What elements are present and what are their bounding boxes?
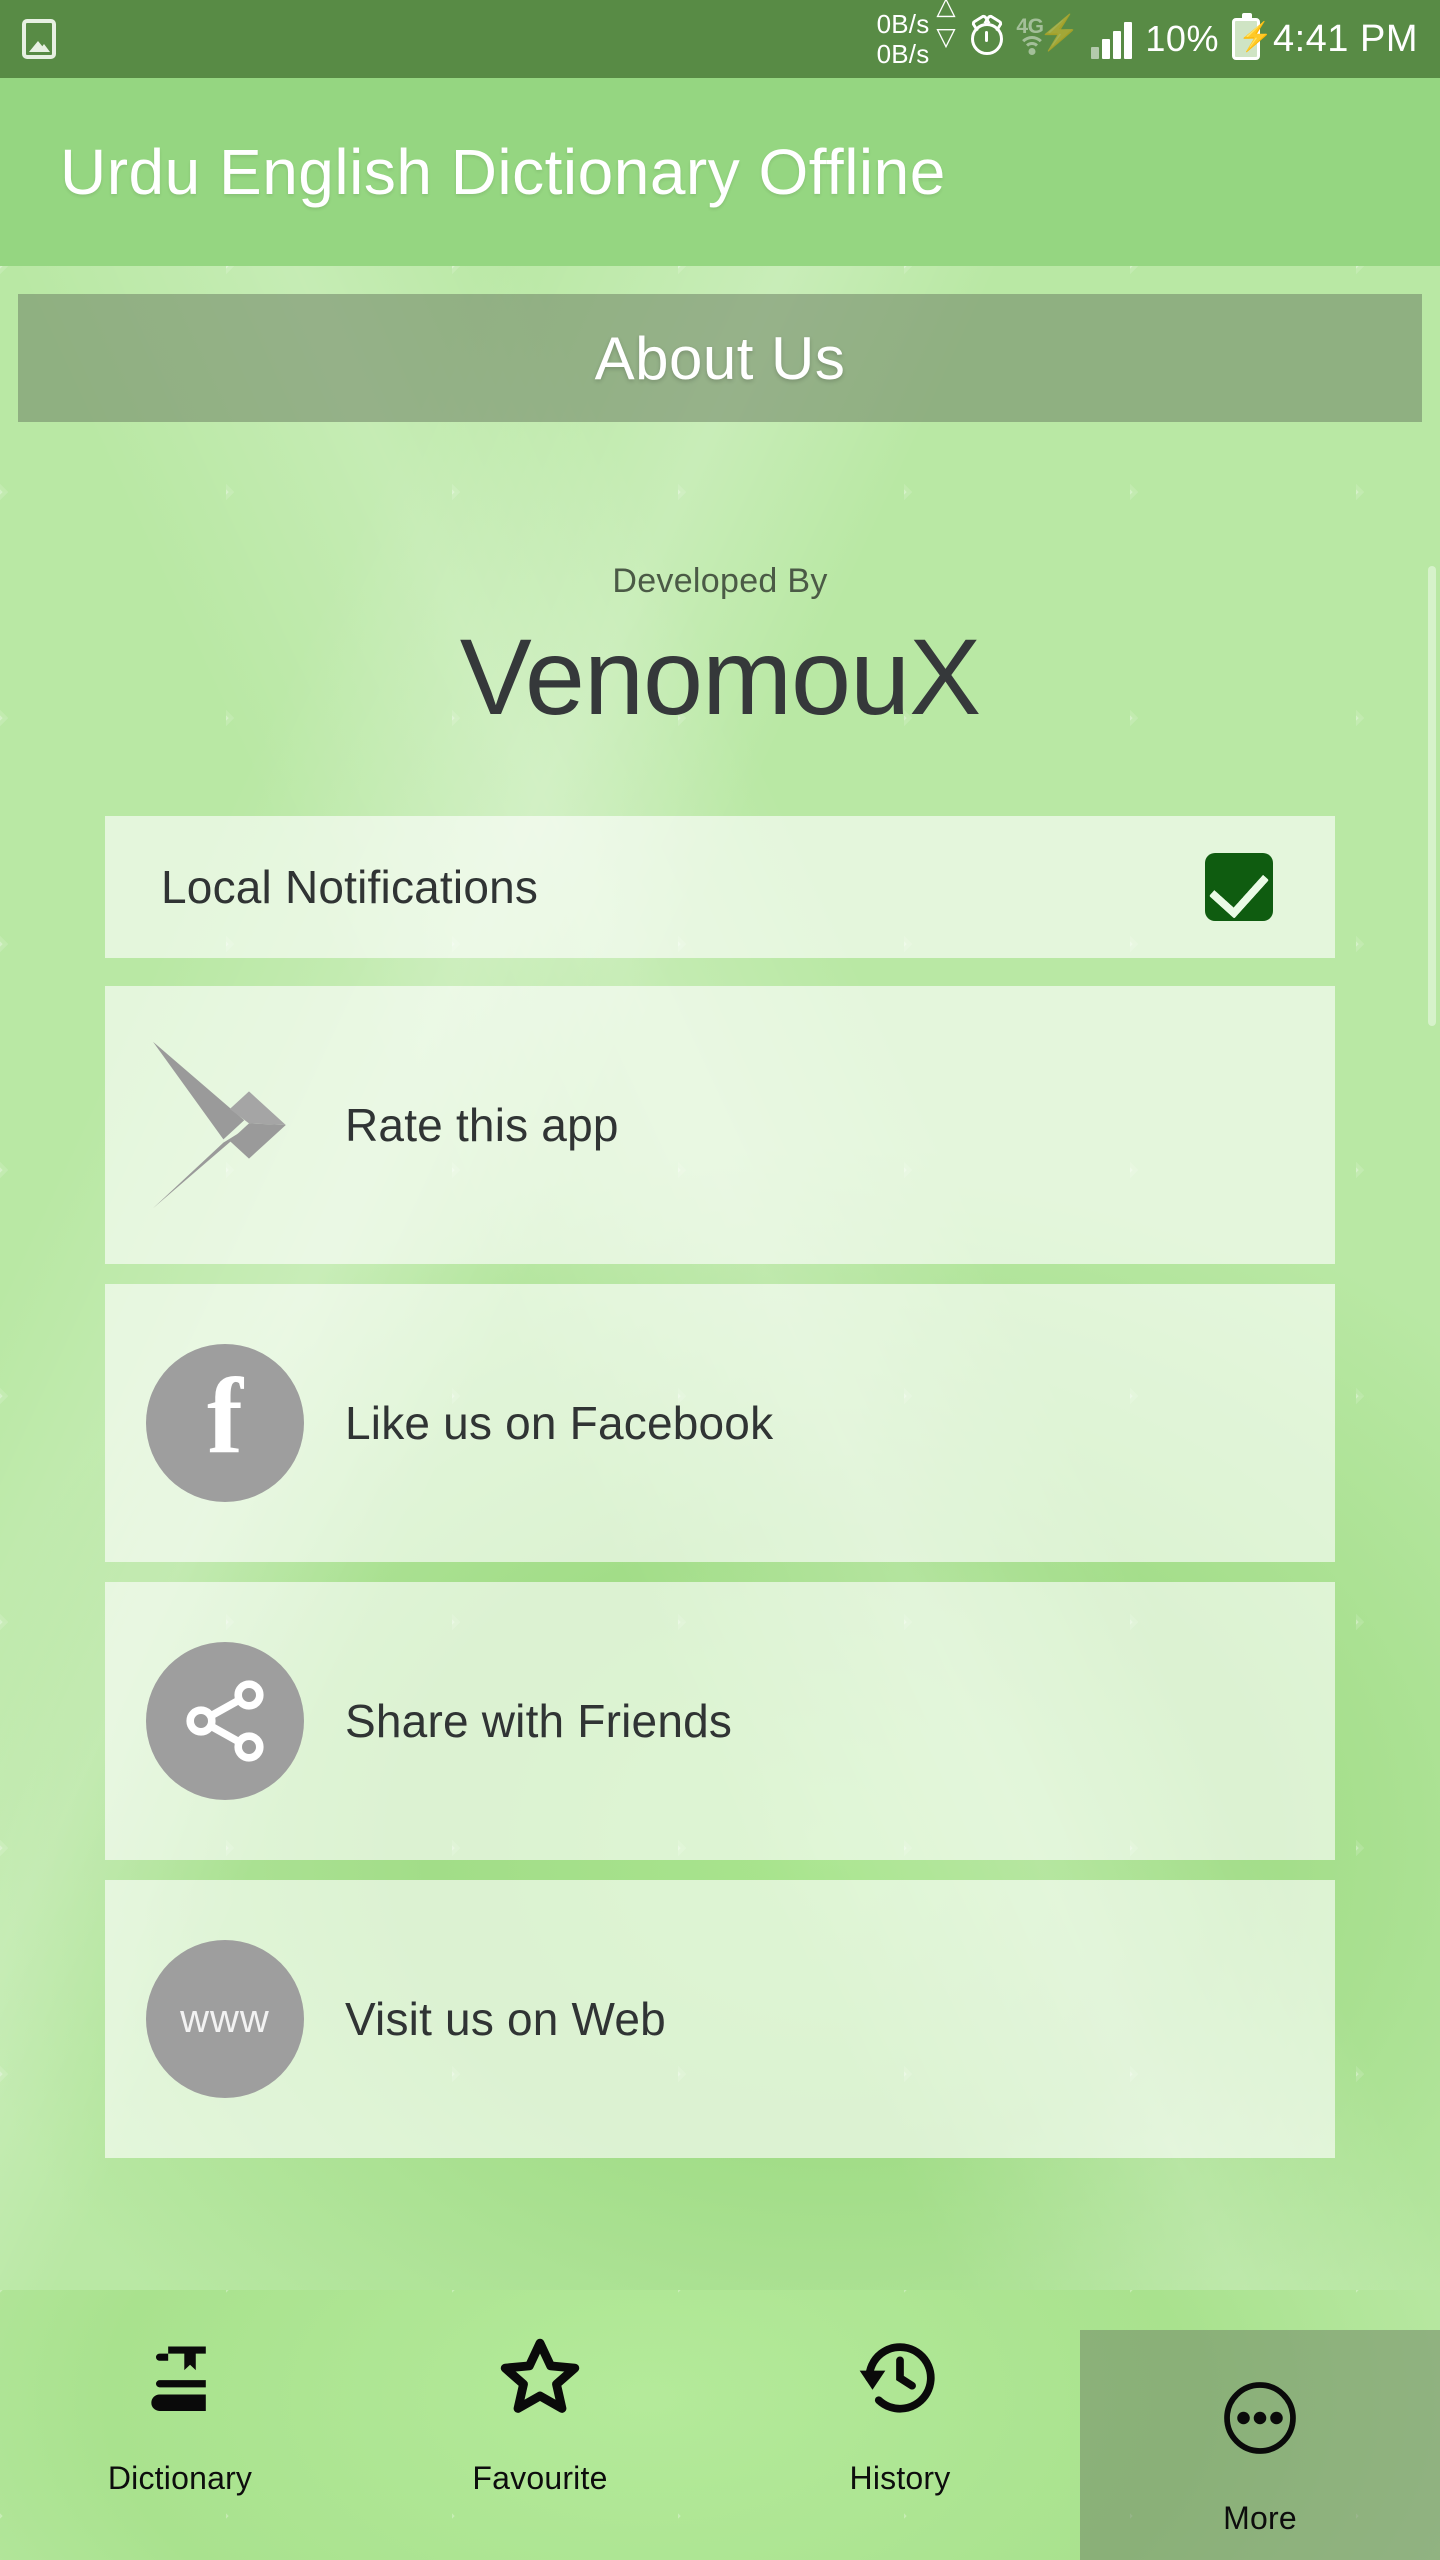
battery-charging-icon: ⚡ [1231,13,1273,60]
www-glyph: www [180,1996,270,2041]
nav-label-dictionary: Dictionary [107,2460,253,2496]
gallery-icon [22,19,56,59]
nav-label-more: More [1223,2500,1297,2536]
nav-label-favourite: Favourite [472,2460,608,2496]
option-row-local-notifications[interactable]: Local Notifications [105,816,1335,958]
status-bar-left [22,19,56,59]
nav-item-favourite[interactable]: Favourite [360,2290,720,2560]
app-title: Urdu English Dictionary Offline [60,136,946,208]
alarm-icon [971,23,1004,55]
main-content: About Us Developed By VenomouX Local Not… [0,266,1440,2290]
option-label-share: Share with Friends [345,1695,733,1747]
bottom-navigation-bar: Dictionary Favourite History More [0,2290,1440,2560]
nav-item-dictionary[interactable]: Dictionary [0,2290,360,2560]
book-icon [132,2330,228,2426]
arrow-down-icon [936,25,958,63]
net-speed-up: 0B/s [876,9,930,39]
app-bar: Urdu English Dictionary Offline [0,78,1440,266]
about-us-title: About Us [594,324,846,392]
mobile-data-4g-icon: 4G ⚡ [1016,14,1081,61]
option-label-rate-app: Rate this app [345,1099,619,1151]
star-icon [492,2330,588,2426]
nav-item-more[interactable]: More [1080,2330,1440,2560]
data-transfer-icon: ⚡ [1038,14,1081,52]
option-label-facebook: Like us on Facebook [345,1397,774,1449]
signal-strength-icon [1091,19,1133,59]
checkbox-icon[interactable] [1205,853,1273,921]
more-dots-icon [1212,2370,1308,2466]
net-speed-down: 0B/s [876,39,930,69]
vertical-scrollbar[interactable] [1428,566,1436,1026]
facebook-icon: f [105,1344,345,1502]
option-row-rate-app[interactable]: Rate this app [105,986,1335,1264]
status-bar-right: 0B/s 0B/s 4G ⚡ 10% ⚡ 4:41 PM [876,0,1418,69]
history-clock-icon [852,2330,948,2426]
www-icon: www [105,1940,345,2098]
facebook-glyph: f [146,1344,304,1502]
developer-name: VenomouX [459,616,981,737]
developed-by-label: Developed By [612,562,828,600]
option-label-web: Visit us on Web [345,1993,666,2045]
battery-percent-label: 10% [1145,18,1219,59]
option-row-facebook[interactable]: f Like us on Facebook [105,1284,1335,1562]
option-row-share[interactable]: Share with Friends [105,1582,1335,1860]
clock-label: 4:41 PM [1272,17,1418,60]
share-icon [105,1642,345,1800]
network-speed-indicator: 0B/s 0B/s [876,0,959,69]
nav-label-history: History [849,2460,951,2496]
about-us-header: About Us [18,294,1422,422]
option-row-web[interactable]: www Visit us on Web [105,1880,1335,2158]
nav-item-history[interactable]: History [720,2290,1080,2560]
google-play-icon [105,1037,345,1213]
status-bar: 0B/s 0B/s 4G ⚡ 10% ⚡ 4:41 PM [0,0,1440,78]
phone-screen: 0B/s 0B/s 4G ⚡ 10% ⚡ 4:41 PM Urdu Englis… [0,0,1440,2560]
option-label-local-notifications: Local Notifications [161,861,539,913]
